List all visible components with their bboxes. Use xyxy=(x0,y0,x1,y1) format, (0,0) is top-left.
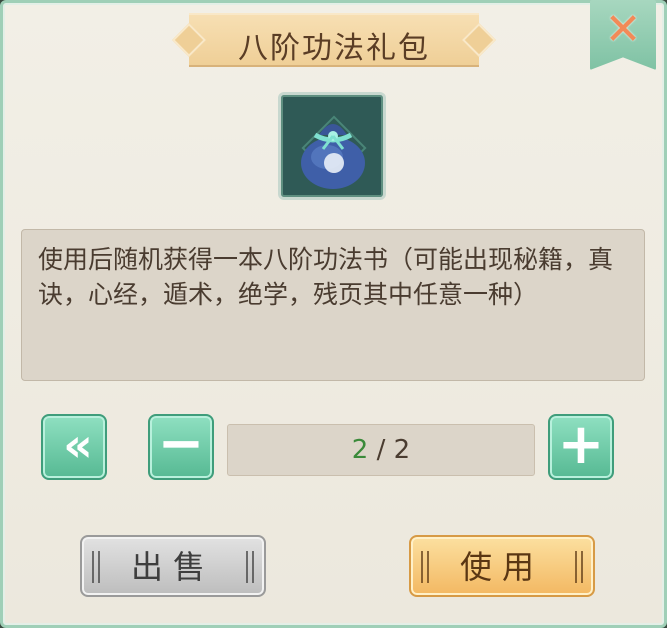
close-icon[interactable]: ✕ xyxy=(601,8,645,52)
use-button[interactable]: 使用 xyxy=(409,535,595,597)
first-page-button[interactable]: « xyxy=(41,414,107,480)
sell-button[interactable]: 出售 xyxy=(80,535,266,597)
pouch-bag-icon xyxy=(301,124,365,189)
quantity-current: 2 xyxy=(351,435,369,465)
use-button-label: 使用 xyxy=(459,548,544,586)
button-left-ornament xyxy=(421,551,429,583)
title-plate: 八阶功法礼包 xyxy=(189,13,479,67)
decrease-button[interactable]: − xyxy=(148,414,214,480)
sell-button-label: 出售 xyxy=(130,548,215,586)
quantity-max: 2 xyxy=(393,435,411,465)
item-dialog: 八阶功法礼包 ✕ 使用后随机获得一本八阶功法书（可能出现秘籍，真诀，心经，遁术，… xyxy=(0,0,667,628)
increase-button[interactable]: + xyxy=(548,414,614,480)
button-right-ornament xyxy=(246,551,254,583)
quantity-separator: / xyxy=(368,435,394,465)
dialog-title: 八阶功法礼包 xyxy=(238,31,430,66)
button-left-ornament xyxy=(92,551,100,583)
button-right-ornament xyxy=(575,551,583,583)
quantity-display: 2 / 2 xyxy=(227,424,535,476)
item-icon-frame xyxy=(278,92,386,200)
item-description: 使用后随机获得一本八阶功法书（可能出现秘籍，真诀，心经，遁术，绝学，残页其中任意… xyxy=(21,229,645,381)
